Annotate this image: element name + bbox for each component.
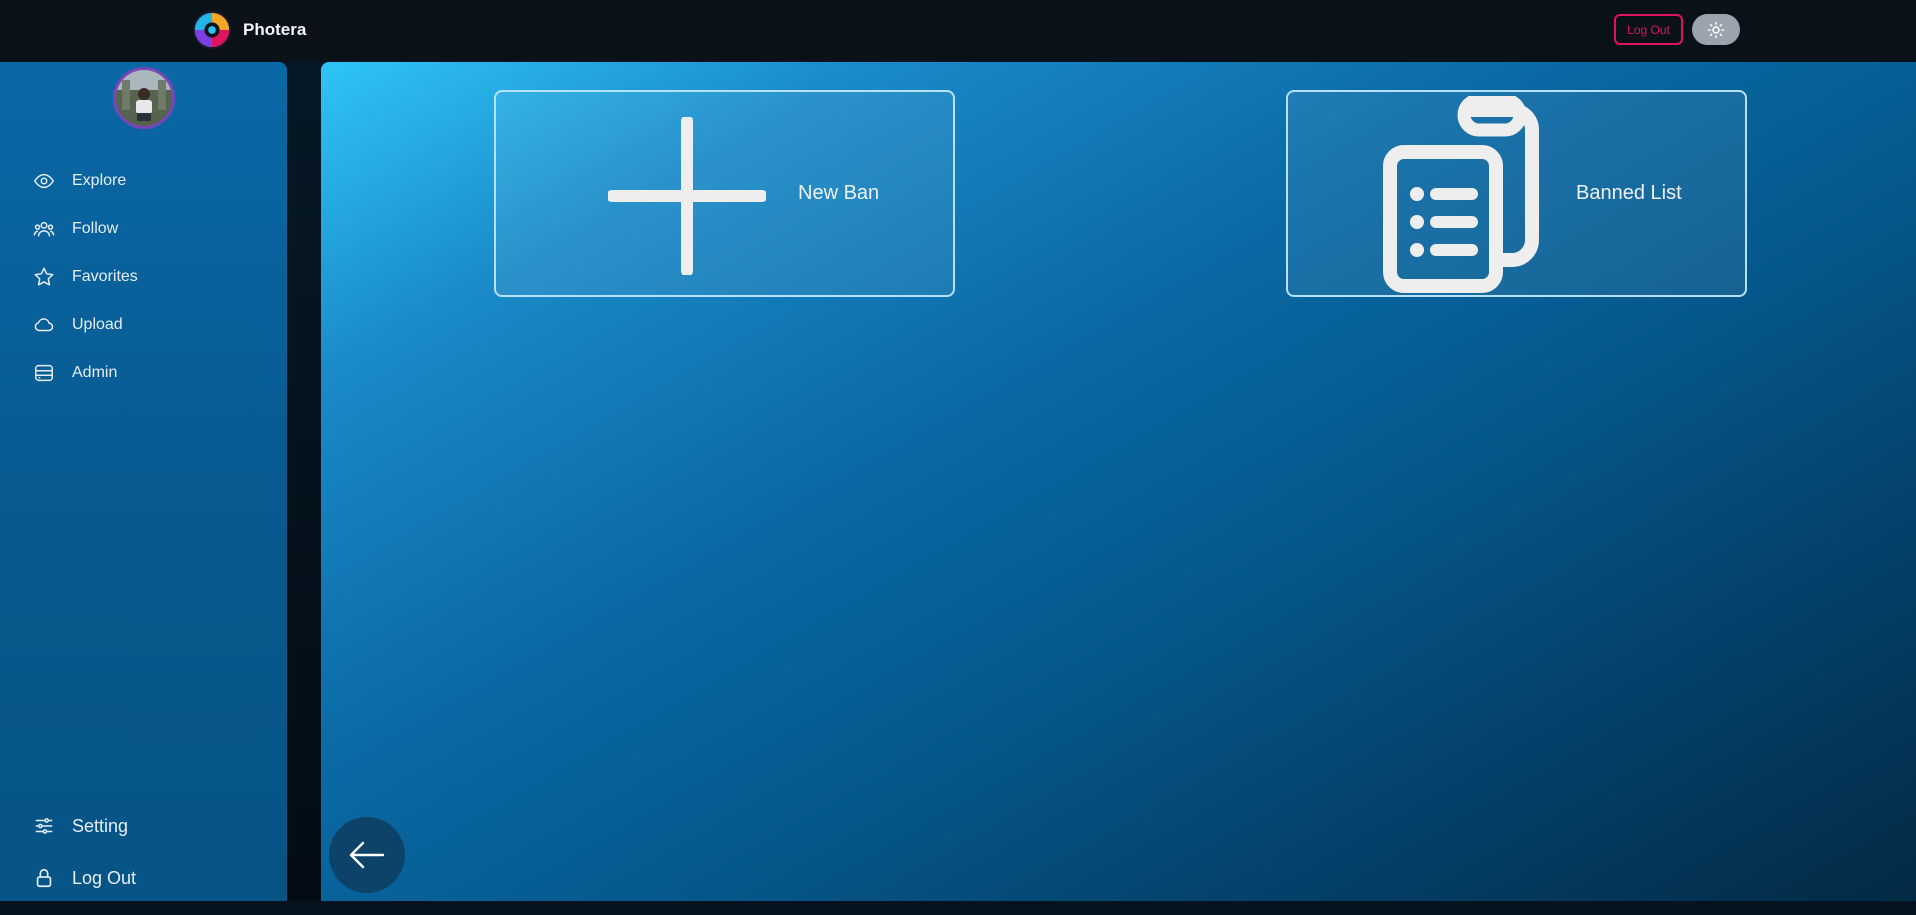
database-icon — [32, 361, 56, 385]
sidebar-item-label: Favorites — [72, 268, 138, 285]
photera-logo-icon — [192, 10, 232, 50]
banned-list-label: Banned List — [1576, 182, 1682, 204]
back-button[interactable] — [329, 817, 405, 893]
sidebar-item-label: Admin — [72, 364, 118, 381]
sidebar-item-label: Log Out — [72, 867, 137, 888]
clipboard-list-icon — [1383, 96, 1539, 293]
sidebar-item-favorites[interactable]: Favorites — [32, 263, 138, 291]
header-logout-button[interactable]: Log Out — [1614, 14, 1683, 45]
main-content: New Ban Banned List — [321, 62, 1916, 901]
new-ban-label: New Ban — [798, 182, 880, 204]
sidebar: Explore Follow Favorites Upload Admin Se… — [0, 62, 287, 901]
sidebar-item-explore[interactable]: Explore — [32, 167, 126, 195]
users-icon — [32, 217, 56, 241]
sidebar-gutter — [287, 62, 321, 901]
sliders-icon — [32, 814, 56, 838]
top-bar: Photera Log Out — [0, 0, 1916, 61]
new-ban-card[interactable]: New Ban — [494, 90, 955, 297]
sidebar-item-upload[interactable]: Upload — [32, 311, 123, 339]
brand[interactable]: Photera — [191, 8, 306, 52]
theme-toggle[interactable] — [1692, 14, 1740, 45]
avatar-image — [116, 70, 172, 126]
sidebar-item-logout[interactable]: Log Out — [32, 864, 136, 892]
lock-icon — [32, 866, 56, 890]
sidebar-item-label: Setting — [72, 815, 129, 836]
cloud-icon — [32, 313, 56, 337]
bottom-strip — [0, 901, 1916, 915]
user-avatar[interactable] — [113, 67, 175, 129]
star-icon — [32, 265, 56, 289]
sidebar-item-label: Follow — [72, 220, 119, 237]
sidebar-item-setting[interactable]: Setting — [32, 812, 128, 840]
sidebar-item-label: Explore — [72, 172, 127, 189]
banned-list-card[interactable]: Banned List — [1286, 90, 1747, 297]
brand-name: Photera — [243, 20, 307, 39]
eye-icon — [32, 169, 56, 193]
plus-icon — [608, 117, 766, 275]
arrow-left-icon — [349, 841, 385, 869]
sidebar-item-label: Upload — [72, 316, 123, 333]
sun-icon — [1707, 21, 1725, 38]
sidebar-item-follow[interactable]: Follow — [32, 215, 118, 243]
sidebar-item-admin[interactable]: Admin — [32, 359, 117, 387]
